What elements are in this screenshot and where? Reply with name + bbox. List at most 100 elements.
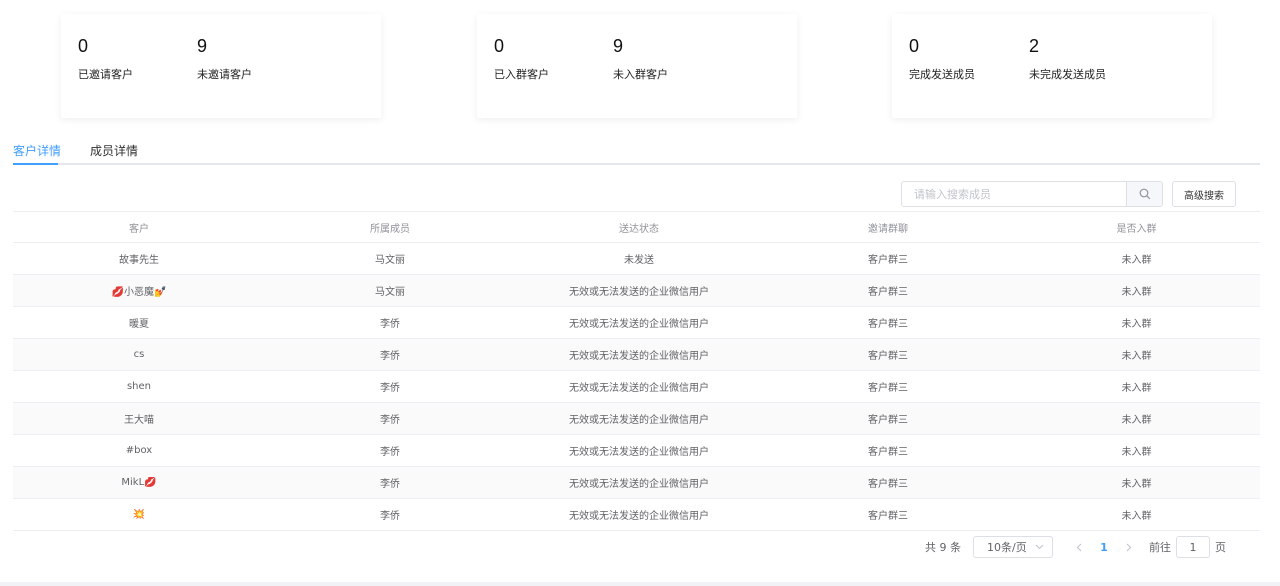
- stat-label: 已邀请客户: [78, 68, 133, 81]
- table-row: #box 李侨 无效或无法发送的企业微信用户 客户群三 未入群: [13, 435, 1260, 467]
- cell-customer: cs: [133, 349, 145, 360]
- cell-invite-group: 客户群三: [868, 287, 908, 298]
- cell-member: 李侨: [380, 447, 400, 458]
- search-icon: [1139, 188, 1150, 200]
- cell-delivery-status: 无效或无法发送的企业微信用户: [569, 287, 709, 298]
- stat-invited: 0 已邀请客户: [78, 36, 133, 82]
- goto-page-input[interactable]: [1176, 536, 1210, 558]
- column-header: 送达状态: [619, 223, 659, 235]
- next-page-button[interactable]: [1117, 536, 1141, 558]
- table-row: 王大喵 李侨 无效或无法发送的企业微信用户 客户群三 未入群: [13, 403, 1260, 435]
- search-input[interactable]: [902, 182, 1126, 206]
- cell-delivery-status: 无效或无法发送的企业微信用户: [569, 415, 709, 426]
- column-header: 所属成员: [370, 223, 410, 235]
- table-row: 💋小恶魔💅 马文丽 无效或无法发送的企业微信用户 客户群三 未入群: [13, 275, 1260, 307]
- cell-invite-group: 客户群三: [868, 255, 908, 266]
- cell-joined-status: 未入群: [1121, 351, 1152, 362]
- detail-tabs: 客户详情 成员详情: [13, 140, 1260, 165]
- cell-customer: 故事先生: [119, 255, 159, 266]
- cell-delivery-status: 无效或无法发送的企业微信用户: [569, 479, 709, 490]
- cell-customer: MikL💋: [121, 477, 157, 488]
- stat-card-invite: 0 已邀请客户 9 未邀请客户: [61, 14, 381, 118]
- stat-label: 未完成发送成员: [1029, 68, 1106, 81]
- tab-active-indicator: [13, 163, 58, 165]
- stat-label: 未入群客户: [613, 68, 668, 81]
- cell-member: 李侨: [380, 415, 400, 426]
- stat-number: 2: [1029, 36, 1040, 56]
- cell-member: 李侨: [380, 383, 400, 394]
- page-size-value: 10条/页: [987, 541, 1027, 554]
- stat-label: 未邀请客户: [197, 68, 252, 81]
- stat-not-sent: 2 未完成发送成员: [1029, 36, 1106, 82]
- cell-delivery-status: 无效或无法发送的企业微信用户: [569, 319, 709, 330]
- column-header: 邀请群聊: [868, 223, 908, 235]
- column-header: 是否入群: [1116, 223, 1157, 235]
- cell-delivery-status: 无效或无法发送的企业微信用户: [569, 511, 709, 522]
- table-row: shen 李侨 无效或无法发送的企业微信用户 客户群三 未入群: [13, 371, 1260, 403]
- cell-invite-group: 客户群三: [868, 511, 908, 522]
- cell-customer: 王大喵: [124, 415, 154, 426]
- cell-member: 李侨: [380, 319, 400, 330]
- cell-invite-group: 客户群三: [868, 415, 908, 426]
- prev-page-button[interactable]: [1067, 536, 1091, 558]
- stat-number: 9: [613, 36, 624, 56]
- cell-member: 马文丽: [375, 287, 405, 298]
- cell-delivery-status: 无效或无法发送的企业微信用户: [569, 447, 709, 458]
- stat-not-joined: 9 未入群客户: [613, 36, 668, 82]
- cell-customer: shen: [126, 381, 152, 392]
- cell-joined-status: 未入群: [1121, 479, 1152, 490]
- cell-invite-group: 客户群三: [868, 479, 908, 490]
- chevron-left-icon: [1076, 543, 1082, 551]
- cell-invite-group: 客户群三: [868, 383, 908, 394]
- goto-suffix: 页: [1215, 541, 1226, 554]
- tab-customer-detail[interactable]: 客户详情: [13, 142, 61, 159]
- search-button[interactable]: [1126, 182, 1162, 206]
- stat-card-group: 0 已入群客户 9 未入群客户: [477, 14, 797, 118]
- cell-customer: 💥: [132, 509, 146, 520]
- stat-number: 9: [197, 36, 208, 56]
- goto-prefix: 前往: [1149, 541, 1171, 554]
- footer-divider: [0, 582, 1280, 586]
- table-body: 故事先生 马文丽 未发送 客户群三 未入群 💋小恶魔💅 马文丽 无效或无法发送的企业微信用户客…: [13, 243, 1260, 531]
- stat-number: 0: [78, 36, 89, 56]
- table-row: 暖夏 李侨 无效或无法发送的企业微信用户 客户群三 未入群: [13, 307, 1260, 339]
- cell-delivery-status: 无效或无法发送的企业微信用户: [569, 351, 709, 362]
- page-number-1[interactable]: 1: [1091, 541, 1117, 554]
- cell-joined-status: 未入群: [1121, 415, 1152, 426]
- stat-sent: 0 完成发送成员: [909, 36, 975, 82]
- stat-joined: 0 已入群客户: [494, 36, 549, 82]
- chevron-down-icon: [1035, 544, 1044, 550]
- stat-number: 0: [909, 36, 920, 56]
- pagination-total: 共 9 条: [925, 541, 961, 554]
- table-row: MikL💋 李侨 无效或无法发送的企业微信用户 客户群三 未入群: [13, 467, 1260, 499]
- table-row: cs 李侨 无效或无法发送的企业微信用户 客户群三 未入群: [13, 339, 1260, 371]
- stat-number: 0: [494, 36, 505, 56]
- tab-member-detail[interactable]: 成员详情: [90, 142, 138, 159]
- table-row: 故事先生 马文丽 未发送 客户群三 未入群: [13, 243, 1260, 275]
- advanced-search-button[interactable]: 高级搜索: [1172, 181, 1236, 207]
- customer-table: 客户 所属成员 送达状态 邀请群聊 是否入群 故事先生 马文丽 未发送 客户群三 未入群…: [13, 211, 1260, 531]
- table-row: 💥 李侨 无效或无法发送的企业微信用户 客户群三 未入群: [13, 499, 1260, 531]
- cell-joined-status: 未入群: [1121, 447, 1152, 458]
- column-header: 客户: [129, 223, 149, 235]
- stat-label: 已入群客户: [494, 68, 549, 81]
- cell-customer: #box: [125, 445, 153, 456]
- cell-delivery-status: 未发送: [624, 255, 654, 266]
- pagination: 共 9 条 10条/页 1 前往 页: [920, 536, 1226, 558]
- page-size-select[interactable]: 10条/页: [973, 536, 1053, 558]
- cell-joined-status: 未入群: [1121, 255, 1152, 266]
- cell-invite-group: 客户群三: [868, 447, 908, 458]
- stat-label: 完成发送成员: [909, 68, 975, 81]
- stat-card-send: 0 完成发送成员 2 未完成发送成员: [892, 14, 1212, 118]
- cell-joined-status: 未入群: [1121, 511, 1152, 522]
- cell-joined-status: 未入群: [1121, 287, 1152, 298]
- cell-customer: 暖夏: [129, 319, 149, 330]
- search-box: [901, 181, 1163, 207]
- goto-page: 前往 页: [1149, 536, 1226, 558]
- cell-member: 马文丽: [375, 255, 405, 266]
- cell-customer: 💋小恶魔💅: [111, 287, 167, 298]
- cell-joined-status: 未入群: [1121, 319, 1152, 330]
- cell-member: 李侨: [380, 511, 400, 522]
- table-header: 客户 所属成员 送达状态 邀请群聊 是否入群: [13, 212, 1260, 243]
- cell-joined-status: 未入群: [1121, 383, 1152, 394]
